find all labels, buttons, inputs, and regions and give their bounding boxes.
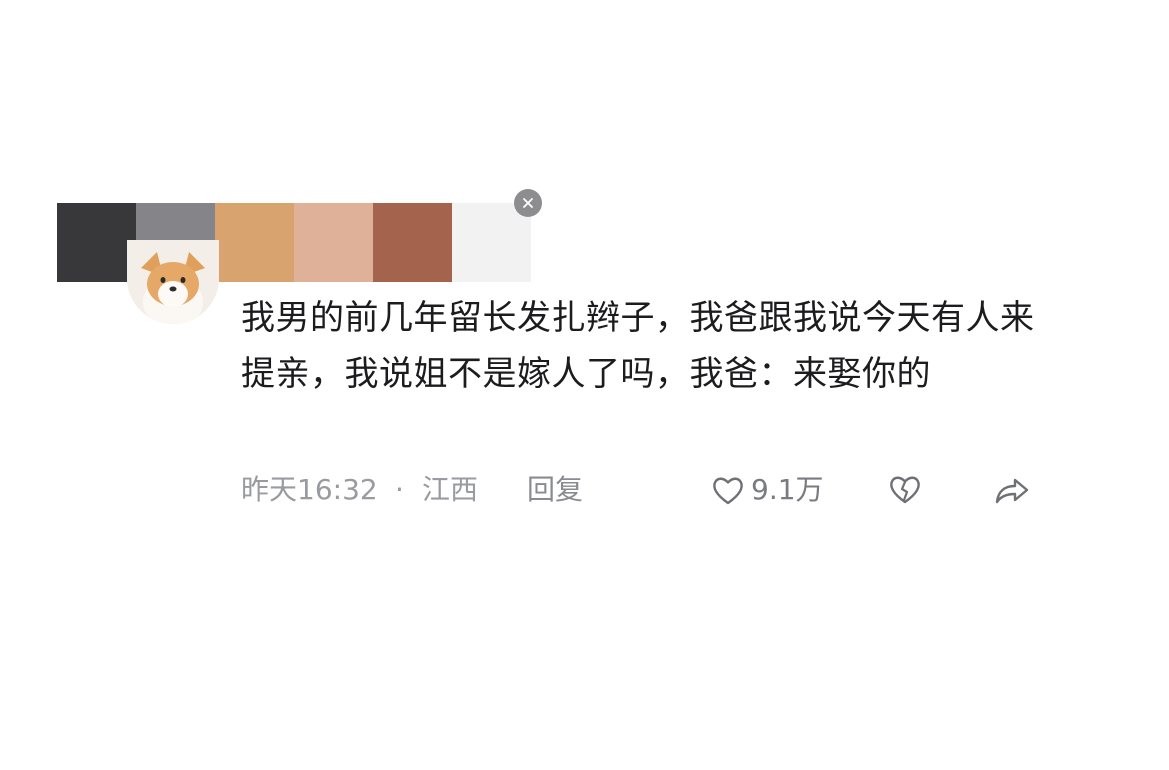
- palette-swatch[interactable]: [294, 203, 373, 282]
- comment-screen: 我男的前几年留长发扎辫子，我爸跟我说今天有人来提亲，我说姐不是嫁人了吗，我爸：来…: [0, 0, 1169, 770]
- palette-swatch[interactable]: [215, 203, 294, 282]
- reply-button[interactable]: 回复: [527, 470, 583, 510]
- palette-close-button[interactable]: [514, 189, 542, 217]
- comment-meta: 昨天16:32 · 江西 回复 9.1万: [241, 470, 1041, 510]
- palette-swatch[interactable]: [57, 203, 136, 282]
- like-count: 9.1万: [751, 473, 824, 506]
- heart-icon: [713, 477, 743, 505]
- avatar[interactable]: [127, 240, 219, 324]
- comment-time: 昨天16:32: [241, 473, 378, 506]
- close-icon: [523, 198, 533, 208]
- like-button[interactable]: 9.1万: [711, 470, 824, 510]
- meta-separator: ·: [395, 473, 404, 506]
- broken-heart-icon: [890, 476, 920, 504]
- share-button[interactable]: [993, 474, 1031, 517]
- comment-text: 我男的前几年留长发扎辫子，我爸跟我说今天有人来提亲，我说姐不是嫁人了吗，我爸：来…: [241, 298, 1035, 394]
- shiba-dog-avatar-icon: [127, 240, 219, 324]
- comment-location: 江西: [422, 473, 479, 506]
- palette-swatch[interactable]: [373, 203, 452, 282]
- dislike-button[interactable]: [888, 473, 922, 516]
- share-arrow-icon: [995, 478, 1029, 504]
- palette-swatch[interactable]: [452, 203, 531, 282]
